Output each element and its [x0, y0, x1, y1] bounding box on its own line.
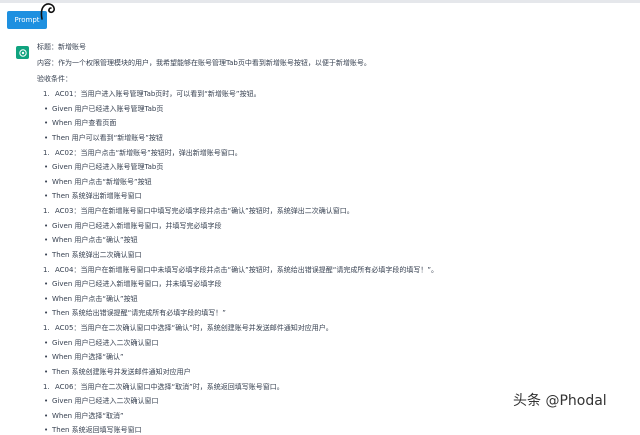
assistant-message: 标题：新增账号 内容：作为一个权限管理模块的用户，我希望能够在账号管理Tab页中… [37, 42, 635, 435]
when-text: When 用户点击“确认”按钮 [52, 236, 138, 244]
then-item: •Then 系统给出错误提醒“请完成所有必填字段的填写！” [37, 308, 635, 318]
given-item: •Given 用户已经进入账号管理Tab页 [37, 162, 635, 172]
criterion-line: 1.AC01：当用户进入账号管理Tab页时，可以看到“新增账号”按钮。 [37, 89, 635, 99]
then-item: •Then 系统弹出二次确认窗口 [37, 250, 635, 260]
criterion-text: AC02：当用户点击“新增账号”按钮时，弹出新增账号窗口。 [55, 149, 242, 157]
given-item: •Given 用户已经进入新增账号窗口，并未填写必填字段 [37, 279, 635, 289]
then-text: Then 系统弹出新增账号窗口 [52, 192, 142, 200]
given-item: •Given 用户已经进入新增账号窗口，并填写完必填字段 [37, 221, 635, 231]
when-item: •When 用户查看页面 [37, 118, 635, 128]
story-title: 标题：新增账号 [37, 42, 635, 52]
given-text: Given 用户已经进入二次确认窗口 [52, 397, 158, 405]
then-item: •Then 系统返回填写账号窗口 [37, 425, 635, 435]
given-text: Given 用户已经进入账号管理Tab页 [52, 105, 163, 113]
criterion-line: 1.AC04：当用户在新增账号窗口中未填写必填字段并点击“确认”按钮时，系统给出… [37, 265, 635, 275]
criterion-number: 1. [43, 382, 55, 392]
when-text: When 用户选择“确认” [52, 353, 124, 361]
criterion-line: 1.AC02：当用户点击“新增账号”按钮时，弹出新增账号窗口。 [37, 148, 635, 158]
hand-cursor-icon [38, 2, 58, 20]
when-item: •When 用户点击“确认”按钮 [37, 294, 635, 304]
criterion-line: 1.AC05：当用户在二次确认窗口中选择“确认”时，系统创建账号并发送邮件通知对… [37, 323, 635, 333]
when-text: When 用户点击“确认”按钮 [52, 295, 138, 303]
criterion-number: 1. [43, 265, 55, 275]
acceptance-criterion: 1.AC02：当用户点击“新增账号”按钮时，弹出新增账号窗口。 •Given 用… [37, 148, 635, 202]
when-text: When 用户点击“新增账号”按钮 [52, 178, 152, 186]
criterion-number: 1. [43, 89, 55, 99]
given-text: Given 用户已经进入新增账号窗口，并填写完必填字段 [52, 222, 221, 230]
then-text: Then 系统给出错误提醒“请完成所有必填字段的填写！” [52, 309, 226, 317]
when-item: •When 用户选择“取消” [37, 411, 635, 421]
criterion-number: 1. [43, 148, 55, 158]
acceptance-criterion: 1.AC03：当用户在新增账号窗口中填写完必填字段并点击“确认”按钮时，系统弹出… [37, 206, 635, 260]
then-item: •Then 系统弹出新增账号窗口 [37, 191, 635, 201]
when-text: When 用户选择“取消” [52, 412, 124, 420]
then-text: Then 用户可以看到“新增账号”按钮 [52, 134, 163, 142]
story-content: 内容：作为一个权限管理模块的用户，我希望能够在账号管理Tab页中看到新增账号按钮… [37, 58, 635, 68]
then-text: Then 系统弹出二次确认窗口 [52, 251, 142, 259]
criterion-number: 1. [43, 323, 55, 333]
then-text: Then 系统返回填写账号窗口 [52, 426, 142, 434]
top-divider [0, 0, 640, 3]
acceptance-criterion: 1.AC04：当用户在新增账号窗口中未填写必填字段并点击“确认”按钮时，系统给出… [37, 265, 635, 319]
then-text: Then 系统创建账号并发送邮件通知对应用户 [52, 368, 191, 376]
criterion-line: 1.AC03：当用户在新增账号窗口中填写完必填字段并点击“确认”按钮时，系统弹出… [37, 206, 635, 216]
given-item: •Given 用户已经进入账号管理Tab页 [37, 104, 635, 114]
criterion-text: AC06：当用户在二次确认窗口中选择“取消”时，系统返回填写账号窗口。 [55, 383, 284, 391]
given-item: •Given 用户已经进入二次确认窗口 [37, 338, 635, 348]
criterion-text: AC03：当用户在新增账号窗口中填写完必填字段并点击“确认”按钮时，系统弹出二次… [55, 207, 354, 215]
when-item: •When 用户点击“确认”按钮 [37, 235, 635, 245]
given-text: Given 用户已经进入新增账号窗口，并未填写必填字段 [52, 280, 221, 288]
then-item: •Then 用户可以看到“新增账号”按钮 [37, 133, 635, 143]
watermark: 头条 @Phodal [513, 390, 607, 410]
criterion-number: 1. [43, 206, 55, 216]
assistant-avatar [16, 46, 29, 59]
when-item: •When 用户点击“新增账号”按钮 [37, 177, 635, 187]
criterion-text: AC01：当用户进入账号管理Tab页时，可以看到“新增账号”按钮。 [55, 90, 261, 98]
criterion-text: AC04：当用户在新增账号窗口中未填写必填字段并点击“确认”按钮时，系统给出错误… [55, 266, 438, 274]
when-text: When 用户查看页面 [52, 119, 116, 127]
acceptance-criteria-label: 验收条件： [37, 74, 635, 84]
openai-logo-icon [18, 48, 28, 58]
then-item: •Then 系统创建账号并发送邮件通知对应用户 [37, 367, 635, 377]
when-item: •When 用户选择“确认” [37, 352, 635, 362]
given-text: Given 用户已经进入账号管理Tab页 [52, 163, 163, 171]
criterion-text: AC05：当用户在二次确认窗口中选择“确认”时，系统创建账号并发送邮件通知对应用… [55, 324, 333, 332]
given-text: Given 用户已经进入二次确认窗口 [52, 339, 158, 347]
acceptance-criterion: 1.AC05：当用户在二次确认窗口中选择“确认”时，系统创建账号并发送邮件通知对… [37, 323, 635, 377]
acceptance-criterion: 1.AC01：当用户进入账号管理Tab页时，可以看到“新增账号”按钮。 •Giv… [37, 89, 635, 143]
